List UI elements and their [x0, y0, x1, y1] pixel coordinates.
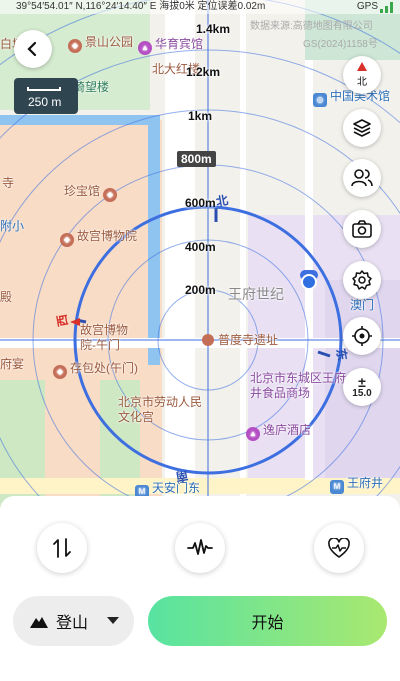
poi-treasure-hall[interactable]: 珍宝馆 ◆: [64, 184, 120, 202]
hotel-icon: ▲: [138, 41, 152, 55]
poi-pudu-temple[interactable]: 普度寺遗址: [218, 333, 278, 348]
friends-button[interactable]: [343, 159, 381, 197]
poi-art-museum[interactable]: ◎ 中国美术馆: [313, 89, 390, 107]
distance-label-200: 200m: [185, 283, 216, 297]
poi-palace-left[interactable]: 殿: [0, 290, 12, 305]
poi-palace-museum[interactable]: ◆ 故宫博物院: [60, 229, 137, 247]
camera-icon: [352, 220, 372, 238]
distance-label-1400: 1.4km: [196, 22, 231, 36]
activity-mode-label: 登山: [56, 615, 89, 632]
hotel-icon: ▲: [246, 427, 260, 441]
status-bar: 39°54′54.01″ N,116°24′14.40″ E 海拔0米 定位误差…: [0, 0, 400, 14]
bottom-panel: 登山 开始: [0, 496, 400, 681]
settings-button[interactable]: [343, 261, 381, 299]
zoom-level-button[interactable]: ± 15.0: [343, 368, 381, 406]
plus-minus-icon: ±: [358, 373, 366, 390]
poi-cunbao[interactable]: ◆ 存包处(午门): [53, 361, 138, 379]
back-button[interactable]: [14, 30, 52, 68]
scale-label: 250 m: [28, 95, 62, 109]
zoom-level-value: 15.0: [352, 387, 372, 399]
poi-huayu-hotel[interactable]: ▲ 华育宾馆: [138, 37, 203, 55]
poi-wangfu-century[interactable]: 王府世纪: [228, 287, 284, 302]
map-attribution: 数据来源:高德地图有限公司: [250, 21, 373, 32]
swap-button[interactable]: [37, 523, 87, 573]
poi-labor-palace[interactable]: 北京市劳动人民文化宫: [118, 395, 208, 425]
poi-palace-meridian[interactable]: 故宫博物院-午门: [80, 323, 142, 353]
pin-icon: ◆: [60, 233, 74, 247]
layers-icon: [353, 119, 371, 137]
compass-label: 北: [357, 76, 367, 88]
poi-fuxiao[interactable]: 附小: [0, 219, 24, 234]
waveform-icon: [187, 539, 213, 555]
poi-aomen[interactable]: 澳门: [350, 298, 374, 313]
distance-label-800: 800m: [177, 151, 216, 167]
gear-icon: [352, 270, 372, 290]
gps-label: GPS: [356, 1, 378, 12]
mountain-icon: [30, 617, 48, 628]
distance-label-400: 400m: [185, 240, 216, 254]
caret-down-icon: [107, 617, 119, 624]
poi-jingshan-park[interactable]: ◆ 景山公园: [68, 35, 133, 53]
pin-icon: ◆: [53, 365, 67, 379]
pin-icon: ◆: [103, 188, 118, 202]
poi-yifu-hotel[interactable]: ▲ 逸庐酒店: [246, 423, 311, 441]
poi-temple[interactable]: 寺: [2, 176, 14, 191]
compass-arrow-icon: [357, 62, 367, 71]
subway-icon: M: [330, 480, 344, 494]
waveform-button[interactable]: [175, 523, 225, 573]
start-button[interactable]: 开始: [148, 596, 387, 646]
target-icon: [352, 326, 372, 346]
users-icon: [351, 169, 373, 187]
activity-mode-select[interactable]: 登山: [13, 596, 134, 646]
map-gs-number: GS(2024)1158号: [303, 39, 378, 50]
compass-button[interactable]: 北: [343, 56, 381, 94]
museum-icon: ◎: [313, 93, 327, 107]
scale-bar: [27, 87, 61, 91]
coordinates-text: 39°54′54.01″ N,116°24′14.40″ E 海拔0米 定位误差…: [16, 1, 266, 12]
swap-icon: [53, 538, 71, 558]
distance-label-1000: 1km: [188, 109, 213, 123]
map-view[interactable]: 39°54′54.01″ N,116°24′14.40″ E 海拔0米 定位误差…: [0, 0, 400, 520]
signal-icon: [380, 2, 393, 13]
locate-button[interactable]: [343, 317, 381, 355]
layers-button[interactable]: [343, 109, 381, 147]
chevron-left-icon: [27, 41, 37, 57]
scale-indicator: 250 m: [14, 78, 78, 114]
poi-wangfujing-food[interactable]: 北京市东城区王府井食品商场: [250, 371, 350, 401]
distance-label-1200: 1.2km: [186, 65, 221, 79]
distance-label-600: 600m: [185, 196, 216, 210]
poi-wangfujing[interactable]: M 王府井: [330, 476, 383, 494]
heart-pulse-icon: [328, 538, 350, 558]
camera-button[interactable]: [343, 210, 381, 248]
heart-rate-button[interactable]: [314, 523, 364, 573]
poi-banquet[interactable]: 府宴: [0, 357, 24, 372]
pin-icon: ◆: [68, 39, 82, 53]
